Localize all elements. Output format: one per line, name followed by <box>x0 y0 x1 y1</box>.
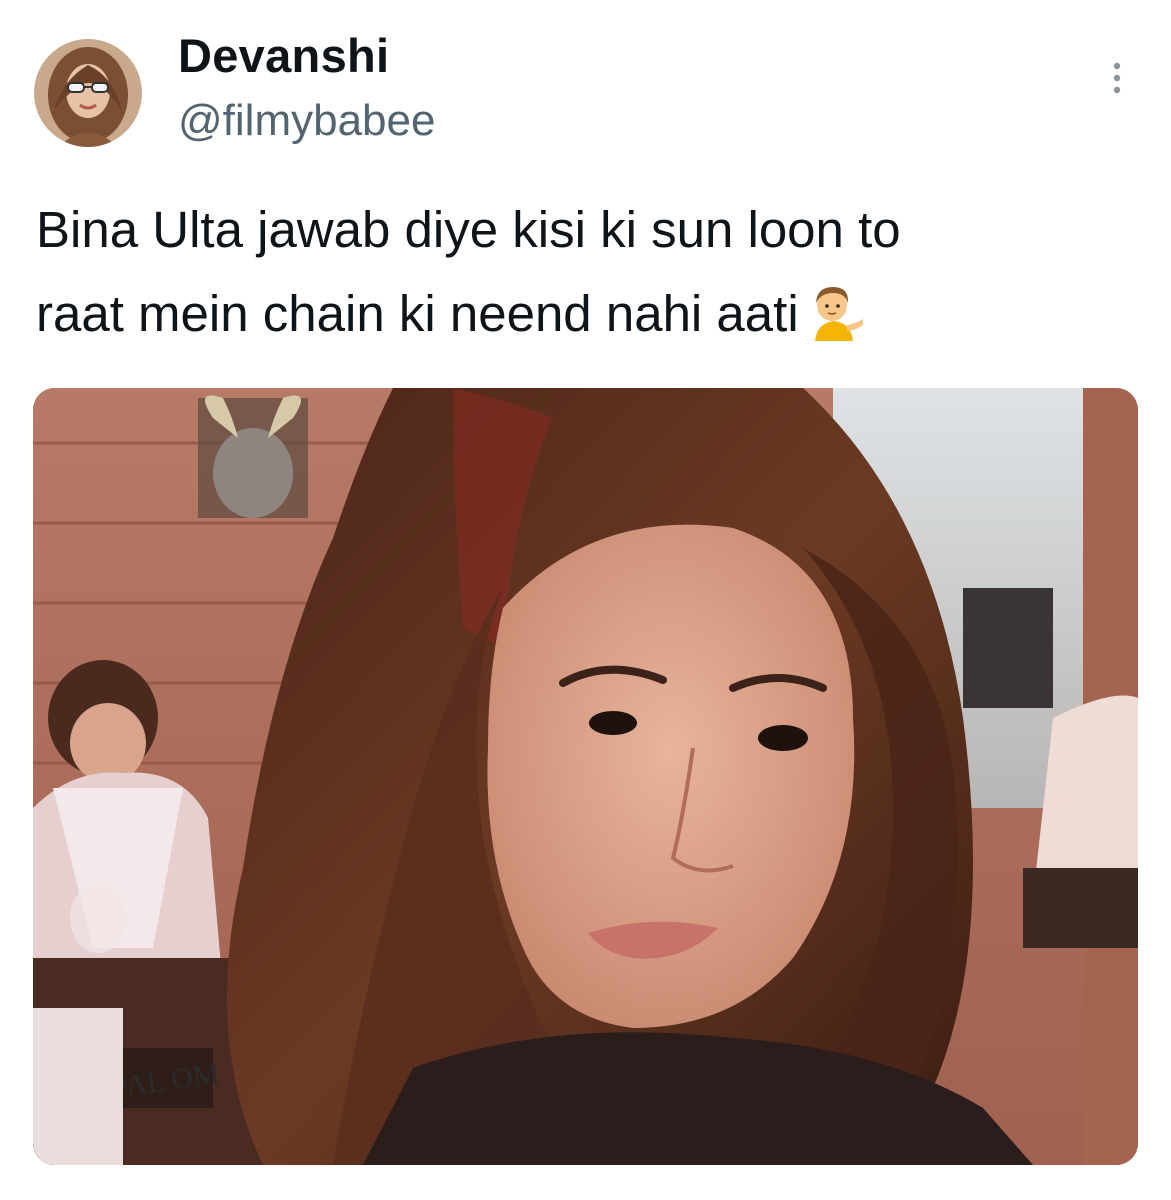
person-tipping-hand-icon <box>801 279 867 345</box>
tweet-media-photo[interactable]: PAL OM <box>33 388 1138 1165</box>
tweet-text-line-content: raat mein chain ki neend nahi aati <box>36 285 799 342</box>
tweet-text-line: Bina Ulta jawab diye kisi ki sun loon to <box>36 201 901 258</box>
avatar-image <box>34 39 142 147</box>
avatar[interactable] <box>34 39 142 147</box>
author-handle[interactable]: @filmybabee <box>178 96 435 146</box>
tweet-text: Bina Ulta jawab diye kisi ki sun loon to… <box>36 188 1146 356</box>
more-options-icon[interactable] <box>1102 58 1132 98</box>
tweet-card: Devanshi @filmybabee Bina Ulta jawab diy… <box>0 0 1171 1200</box>
tweet-text-line: raat mein chain ki neend nahi aati <box>36 272 1146 356</box>
photo-illustration: PAL OM <box>33 388 1138 1165</box>
author-display-name[interactable]: Devanshi <box>178 28 389 83</box>
